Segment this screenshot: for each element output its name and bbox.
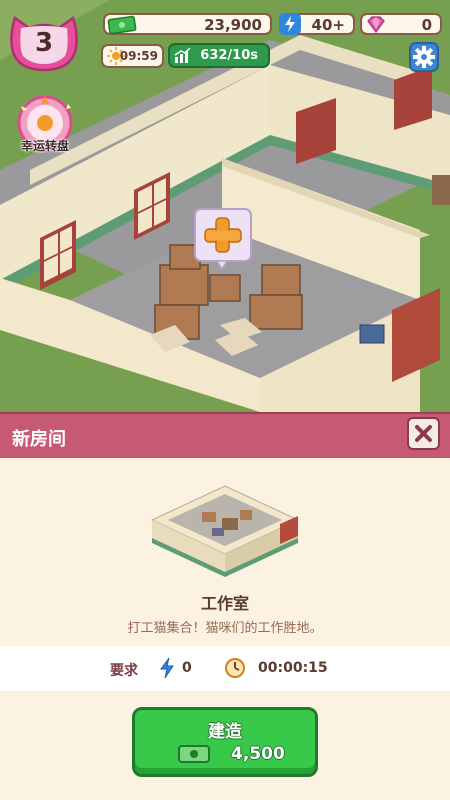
- plus-icon: [194, 208, 252, 271]
- cash-icon: [178, 745, 210, 763]
- player-level: 3: [34, 28, 54, 58]
- settings-button[interactable]: [409, 42, 439, 72]
- room-preview-image: [150, 485, 300, 577]
- build-cost: 4,500: [231, 744, 285, 764]
- energy-value: 40+: [311, 16, 345, 34]
- gem-counter[interactable]: 0: [360, 13, 442, 35]
- lucky-wheel-label: 幸运转盘: [20, 139, 69, 153]
- energy-counter[interactable]: 40+: [279, 13, 355, 35]
- lightning-icon: [279, 13, 301, 35]
- income-rate[interactable]: 632/10s: [168, 43, 270, 68]
- cash-value: 23,900: [204, 16, 262, 34]
- build-button-label: 建造: [208, 722, 242, 742]
- lightning-icon: [160, 657, 174, 679]
- panel-title: 新房间: [12, 429, 66, 450]
- income-chart-icon: [174, 47, 191, 63]
- close-button[interactable]: [407, 417, 440, 450]
- new-room-panel-header: 新房间: [0, 412, 450, 458]
- build-button[interactable]: 建造 4,500: [132, 707, 318, 777]
- income-rate-value: 632/10s: [200, 48, 258, 63]
- gem-value: 0: [421, 16, 432, 34]
- clock-value: 09:59: [119, 49, 158, 63]
- gear-icon: [413, 46, 435, 68]
- add-furniture-bubble[interactable]: [193, 207, 257, 271]
- requirements-label: 要求: [110, 663, 138, 679]
- room-description: 打工猫集合！猫咪们的工作胜地。: [127, 621, 323, 636]
- room-name: 工作室: [200, 594, 249, 613]
- gem-icon: [367, 16, 385, 34]
- game-clock: 09:59: [101, 44, 164, 68]
- required-energy: 0: [182, 660, 192, 676]
- build-time: 00:00:15: [258, 660, 328, 676]
- clock-icon: [225, 658, 245, 678]
- close-icon: [415, 425, 432, 442]
- cash-counter[interactable]: 23,900: [103, 13, 272, 35]
- player-level-badge[interactable]: 3: [7, 12, 81, 74]
- cash-icon: [107, 15, 137, 35]
